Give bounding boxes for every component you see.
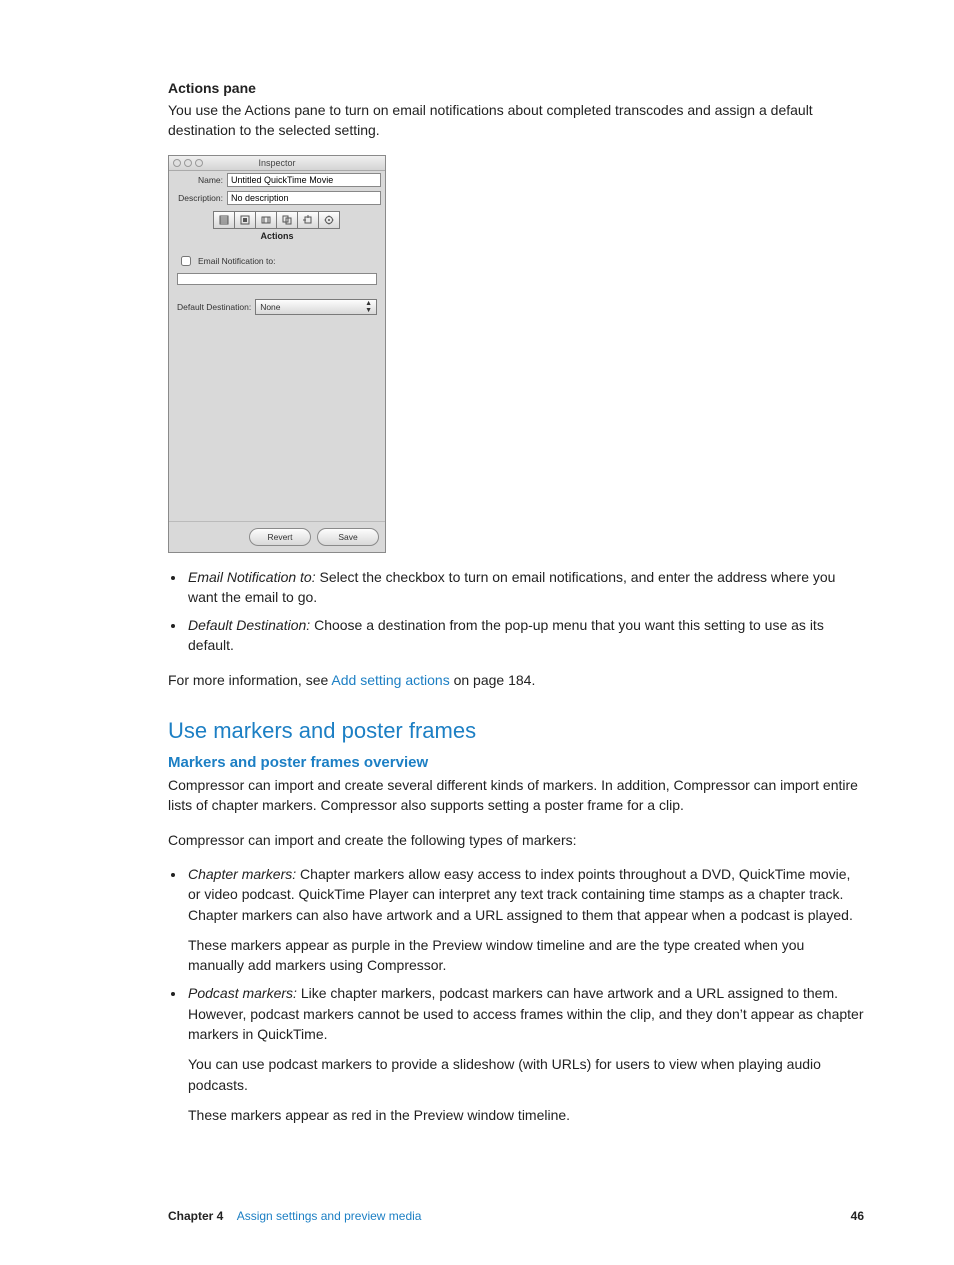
add-setting-actions-link[interactable]: Add setting actions [331,672,449,688]
bullet-sub-paragraph: These markers appear as red in the Previ… [188,1105,864,1125]
save-button[interactable]: Save [317,528,379,546]
actions-bullets: Email Notification to: Select the checkb… [168,567,864,656]
chapter-title: Assign settings and preview media [237,1209,422,1223]
more-info-paragraph: For more information, see Add setting ac… [168,670,864,690]
email-notification-checkbox[interactable] [181,256,191,266]
email-notification-label: Email Notification to: [198,256,275,266]
window-titlebar: Inspector [169,156,385,171]
name-label: Name: [173,175,223,185]
section-heading: Use markers and poster frames [168,718,864,744]
tab-filters-icon[interactable] [276,211,298,229]
actions-pane-heading: Actions pane [168,80,864,96]
active-tab-label: Actions [169,231,385,245]
subsection-heading: Markers and poster frames overview [168,754,864,771]
intro-paragraph: You use the Actions pane to turn on emai… [168,100,864,141]
more-info-suffix: on page 184. [450,672,536,688]
tab-frame-controls-icon[interactable] [255,211,277,229]
email-field[interactable] [177,273,377,285]
bullet-term: Default Destination: [188,617,310,633]
inspector-window: Inspector Name: Description: Actions Ema… [168,155,386,553]
more-info-prefix: For more information, see [168,672,331,688]
tab-summary-icon[interactable] [213,211,235,229]
tab-geometry-icon[interactable] [297,211,319,229]
tab-encoder-icon[interactable] [234,211,256,229]
overview-p2: Compressor can import and create the fol… [168,830,864,850]
inspector-toolbar [169,207,385,231]
bullet-sub-paragraph: These markers appear as purple in the Pr… [188,935,864,976]
bullet-term: Chapter markers: [188,866,296,882]
tab-actions-icon[interactable] [318,211,340,229]
window-title: Inspector [169,158,385,168]
name-field[interactable] [227,173,381,187]
default-destination-select[interactable]: None ▲▼ [255,299,377,315]
description-label: Description: [173,193,223,203]
description-field[interactable] [227,191,381,205]
list-item: Email Notification to: Select the checkb… [186,567,864,608]
default-destination-value: None [260,302,280,312]
actions-pane-body: Email Notification to: Default Destinati… [169,245,385,521]
bullet-term: Podcast markers: [188,985,297,1001]
chapter-label: Chapter 4 [168,1209,223,1223]
list-item: Chapter markers: Chapter markers allow e… [186,864,864,975]
revert-button[interactable]: Revert [249,528,311,546]
markers-bullets: Chapter markers: Chapter markers allow e… [168,864,864,1125]
bullet-term: Email Notification to: [188,569,316,585]
select-arrows-icon: ▲▼ [365,300,372,314]
page-footer: Chapter 4 Assign settings and preview me… [168,1209,864,1223]
bullet-sub-paragraph: You can use podcast markers to provide a… [188,1054,864,1095]
page-number: 46 [851,1209,864,1223]
default-destination-label: Default Destination: [177,302,251,312]
list-item: Default Destination: Choose a destinatio… [186,615,864,656]
list-item: Podcast markers: Like chapter markers, p… [186,983,864,1125]
overview-p1: Compressor can import and create several… [168,775,864,816]
